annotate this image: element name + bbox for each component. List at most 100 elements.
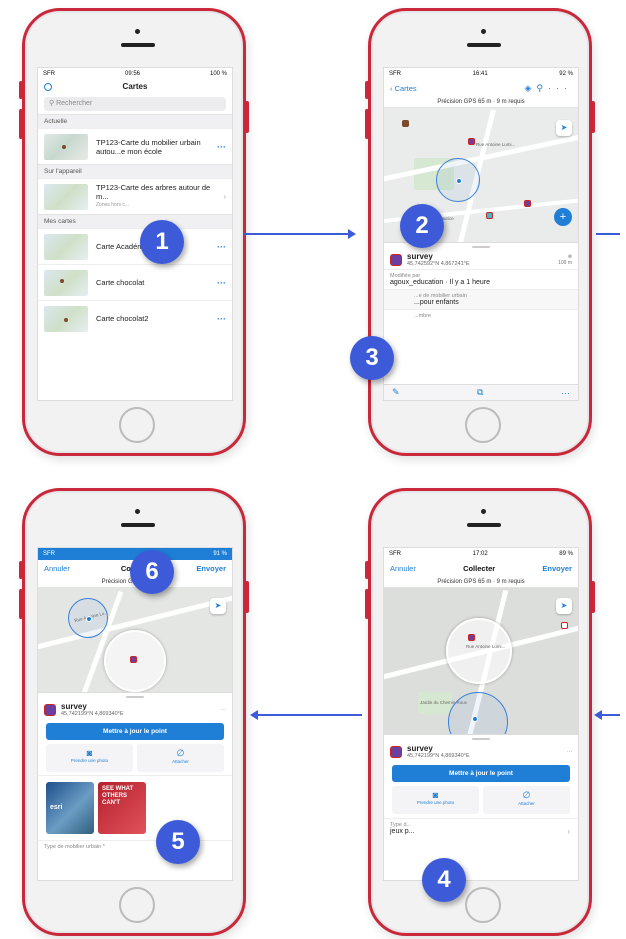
map-item[interactable]: Carte chocolat2 ··· [38, 300, 232, 336]
type-field: Type de mobilier urbain * [38, 840, 232, 853]
more-icon[interactable]: ··· [217, 142, 226, 152]
status-bar: SFR 09:56 100 % [38, 68, 232, 80]
field-value: agoux_education · Il y a 1 heure [390, 279, 491, 286]
toolbar-icons: ◈⚲··· [524, 83, 572, 94]
more-icon[interactable]: ··· [217, 242, 226, 252]
locate-icon[interactable]: ➤ [210, 598, 226, 614]
update-point-button[interactable]: Mettre à jour le point [46, 723, 224, 740]
feature-marker[interactable] [402, 120, 409, 127]
photo-attachments: esri SEE WHAT OTHERS CAN'T [38, 775, 232, 840]
update-point-button[interactable]: Mettre à jour le point [392, 765, 570, 782]
more-icon[interactable]: ··· [561, 388, 570, 398]
take-photo-button[interactable]: ◙ Prendre une photo [392, 786, 479, 814]
map-item[interactable]: Carte chocolat ··· [38, 264, 232, 300]
side-button [591, 581, 595, 613]
chevron-right-icon[interactable]: › [223, 192, 226, 201]
map-thumbnail [44, 183, 88, 210]
map-thumbnail [44, 269, 88, 296]
feature-marker[interactable] [130, 656, 137, 663]
arrow-step-2-exit [596, 233, 620, 235]
phone-3: SFR 91 % Annuler Colle... Envoyer Précis… [19, 488, 249, 936]
edit-icon[interactable]: ✎ [392, 387, 400, 398]
attach-label: Attacher [172, 759, 189, 764]
map-item[interactable]: TP123-Carte des arbres autour de m... Zo… [38, 178, 232, 214]
arrow-left-icon [250, 710, 258, 720]
feature-marker[interactable] [524, 200, 531, 207]
home-button[interactable] [119, 407, 155, 443]
step-badge-1: 1 [140, 220, 184, 264]
clock: 16:41 [472, 71, 488, 77]
map-item[interactable]: Carte Académie ··· [38, 228, 232, 264]
photo-a-text: esri [50, 804, 63, 811]
feature-marker[interactable] [468, 634, 475, 641]
feature-card: survey 45,742592°N 4,867241°E ⊗ 109 m Mo… [384, 242, 578, 322]
more-icon[interactable]: ··· [217, 314, 226, 324]
feature-marker[interactable] [561, 622, 568, 629]
map-title: TP123-Carte des arbres autour de m... Zo… [96, 183, 219, 210]
clock: 09:56 [124, 71, 140, 77]
attachment-actions: ◙ Prendre une photo ∅ Attacher [46, 744, 224, 772]
type-field[interactable]: Type d... jeux p... › [384, 818, 578, 838]
add-icon[interactable]: + [554, 208, 572, 226]
map-title: Carte chocolat [96, 278, 145, 287]
home-button[interactable] [465, 887, 501, 923]
step-badge-6: 6 [130, 550, 174, 594]
cancel-button[interactable]: Annuler [44, 564, 70, 573]
search-icon[interactable]: ⚲ [536, 83, 548, 93]
locate-icon[interactable]: ➤ [556, 120, 572, 136]
field-value: jeux p... [390, 828, 415, 835]
location-dot [456, 178, 462, 184]
feature-distance: 109 m [558, 259, 572, 266]
feature-icon [390, 253, 402, 266]
map-thumbnail [44, 133, 88, 160]
map-item[interactable]: TP123-Carte du mobilier urbain autou...e… [38, 128, 232, 164]
feature-marker[interactable] [468, 138, 475, 145]
photo-b-text: SEE WHAT OTHERS CAN'T [102, 786, 134, 806]
speaker [467, 43, 501, 47]
take-photo-label: Prendre une photo [416, 800, 455, 805]
attach-button[interactable]: ∅ Attacher [483, 786, 570, 814]
feature-header: survey 45,742199°N 4,869340°E ··· [38, 700, 232, 719]
side-button [365, 81, 369, 99]
side-button [591, 101, 595, 133]
send-button[interactable]: Envoyer [542, 564, 572, 573]
photo-thumbnail[interactable]: esri [46, 782, 94, 834]
home-button[interactable] [119, 887, 155, 923]
battery: 91 % [213, 551, 227, 557]
more-icon[interactable]: ··· [217, 278, 226, 288]
bottom-toolbar: ✎ ⧉ ··· [384, 384, 578, 400]
location-dot [472, 716, 478, 722]
feature-marker[interactable] [486, 212, 493, 219]
street-label: Rue Antoine Lumi... [476, 142, 516, 147]
more-icon[interactable]: ··· [548, 83, 572, 93]
attach-button[interactable]: ∅ Attacher [137, 744, 224, 772]
layers-icon[interactable]: ◈ [524, 83, 536, 93]
phone-4: SFR 17:02 89 % Annuler Collecter Envoyer… [365, 488, 595, 936]
map[interactable]: Rue Antoine Lu... ➤ [38, 588, 232, 692]
more-icon[interactable]: ··· [567, 749, 572, 755]
cancel-button[interactable]: Annuler [390, 564, 416, 573]
take-photo-button[interactable]: ◙ Prendre une photo [46, 744, 133, 772]
side-button [245, 101, 249, 133]
feature-icon [390, 745, 402, 758]
map-title: TP123-Carte du mobilier urbain autou...e… [96, 137, 201, 156]
home-button[interactable] [465, 407, 501, 443]
grabber-handle[interactable] [126, 696, 144, 698]
back-button[interactable]: ‹ Cartes [390, 84, 417, 93]
more-icon[interactable]: ··· [221, 707, 226, 713]
photo-thumbnail[interactable]: SEE WHAT OTHERS CAN'T [98, 782, 146, 834]
user-icon[interactable] [44, 83, 52, 91]
camera [481, 509, 486, 514]
grabber-handle[interactable] [472, 246, 490, 248]
grabber-handle[interactable] [472, 738, 490, 740]
screen-maps-list: SFR 09:56 100 % Cartes ⚲ Rechercher Actu… [37, 67, 233, 401]
paperclip-icon: ∅ [176, 748, 185, 758]
screen-collect: SFR 17:02 89 % Annuler Collecter Envoyer… [383, 547, 579, 881]
map-marker-icon [60, 278, 64, 283]
send-button[interactable]: Envoyer [196, 564, 226, 573]
paperclip-icon: ∅ [522, 790, 531, 800]
map[interactable]: Jardin du Chemin Roux Rue Antoine Lumi..… [384, 588, 578, 734]
duplicate-icon[interactable]: ⧉ [477, 387, 483, 398]
locate-icon[interactable]: ➤ [556, 598, 572, 614]
search-input[interactable]: ⚲ Rechercher [44, 97, 226, 111]
